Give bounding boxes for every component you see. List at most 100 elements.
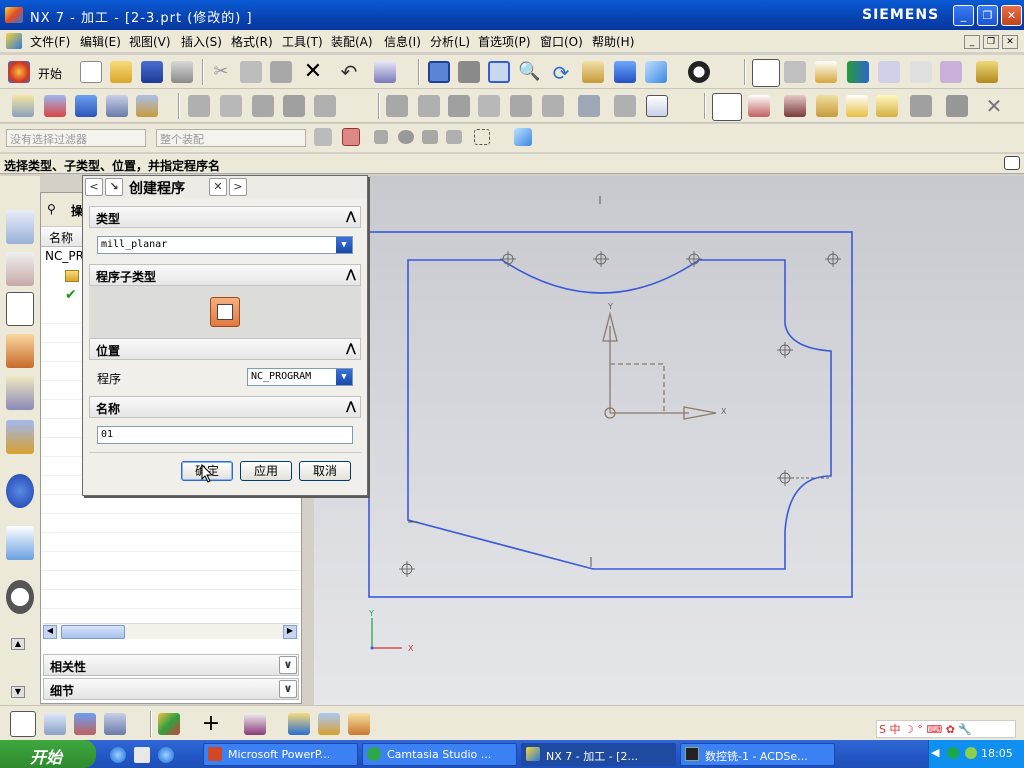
geometry-icon[interactable]	[815, 61, 837, 83]
menu-file[interactable]: 文件(F)	[30, 33, 70, 50]
app-menu-icon[interactable]	[6, 33, 22, 49]
generate-path-icon[interactable]	[188, 95, 210, 117]
chevron-down-icon[interactable]: ∨	[279, 680, 297, 698]
section-type[interactable]: 类型 ⋀	[89, 206, 361, 228]
minimize-button[interactable]: _	[953, 5, 974, 26]
filter-reset-icon[interactable]	[314, 128, 332, 146]
scroll-down-button[interactable]: ▼	[11, 686, 25, 698]
display-path-icon[interactable]	[846, 95, 868, 117]
list-path-icon[interactable]	[252, 95, 274, 117]
program-select[interactable]: NC_PROGRAM ▼	[247, 368, 353, 386]
part-icon[interactable]	[946, 95, 968, 117]
datum-csys-icon[interactable]	[784, 61, 806, 83]
web-browser-icon[interactable]	[6, 526, 34, 560]
box-select-icon[interactable]	[474, 129, 490, 145]
chevron-right-icon[interactable]: >	[229, 178, 247, 196]
snap-point-icon[interactable]	[342, 128, 360, 146]
new-file-icon[interactable]	[80, 61, 102, 83]
batch-process-icon[interactable]	[478, 95, 500, 117]
cancel-button[interactable]: 取消	[299, 461, 351, 481]
start-icon[interactable]	[8, 61, 30, 83]
geometry-view-bottom-icon[interactable]	[74, 713, 96, 735]
reuse-library-icon[interactable]	[6, 376, 34, 410]
print-icon[interactable]	[171, 61, 193, 83]
open-folder-icon[interactable]	[110, 61, 132, 83]
history-icon[interactable]	[6, 580, 34, 614]
operation-navigator-icon[interactable]	[6, 292, 34, 326]
output-cls-icon[interactable]	[448, 95, 470, 117]
collapse-type-icon[interactable]: ⋀	[346, 209, 356, 223]
arrow-select-icon[interactable]	[910, 61, 932, 83]
program-subtype-icon[interactable]	[210, 297, 240, 327]
copy-icon[interactable]	[240, 61, 262, 83]
menu-edit[interactable]: 编辑(E)	[80, 33, 121, 50]
fit-icon[interactable]	[428, 61, 450, 83]
taskbar-item-nx[interactable]: NX 7 - 加工 - [2...	[521, 743, 676, 766]
antivirus-icon[interactable]	[965, 747, 977, 759]
menu-analysis[interactable]: 分析(L)	[430, 33, 470, 50]
part-navigator-icon[interactable]	[6, 252, 34, 286]
type-select[interactable]: mill_planar ▼	[97, 236, 353, 254]
tray-arrow-icon[interactable]: ◀	[931, 746, 939, 759]
feed-icon[interactable]	[510, 95, 532, 117]
section-location[interactable]: 位置 ⋀	[89, 338, 361, 360]
snap-icon[interactable]	[878, 61, 900, 83]
menu-tools[interactable]: 工具(T)	[282, 33, 323, 50]
info-icon[interactable]	[6, 474, 34, 508]
ie-icon[interactable]	[110, 747, 126, 763]
section-name[interactable]: 名称 ⋀	[89, 396, 361, 418]
close-button[interactable]: ✕	[1001, 5, 1022, 26]
select-icon[interactable]	[374, 61, 396, 83]
taskbar-item-acdsee[interactable]: 数控铣-1 - ACDSe...	[680, 743, 835, 766]
start-button[interactable]: 开始	[0, 740, 96, 768]
create-tool-icon[interactable]	[44, 95, 66, 117]
menu-assembly[interactable]: 装配(A)	[331, 33, 373, 50]
snap-end-icon[interactable]	[374, 130, 388, 144]
graphics-window[interactable]: X Y Y X	[314, 176, 1024, 705]
zoom-in-icon[interactable]: 🔍	[518, 61, 540, 83]
zoom-icon[interactable]	[488, 61, 510, 83]
navigator-toggle-icon[interactable]	[10, 711, 36, 737]
chevron-down-icon[interactable]: ∨	[279, 656, 297, 674]
extrude-icon[interactable]	[318, 713, 340, 735]
doc-minimize-button[interactable]: _	[964, 35, 980, 49]
point-constructor-icon[interactable]: +	[200, 713, 222, 735]
apply-button[interactable]: 应用	[240, 461, 292, 481]
create-geometry-icon[interactable]	[75, 95, 97, 117]
blank-icon[interactable]	[876, 95, 898, 117]
horizontal-scrollbar[interactable]: ◀ ▶	[43, 623, 299, 639]
sketch-icon[interactable]	[288, 713, 310, 735]
menu-preferences[interactable]: 首选项(P)	[478, 33, 531, 50]
verify-path-icon[interactable]	[283, 95, 305, 117]
blend-icon[interactable]	[348, 713, 370, 735]
report-icon[interactable]	[646, 95, 668, 117]
pan-icon[interactable]	[582, 61, 604, 83]
postprocess-icon[interactable]	[386, 95, 408, 117]
scroll-up-button[interactable]: ▲	[11, 638, 25, 650]
plane-icon[interactable]	[244, 713, 266, 735]
menu-view[interactable]: 视图(V)	[129, 33, 171, 50]
wcs-icon[interactable]	[752, 59, 780, 87]
machine-tool-navigator-icon[interactable]	[6, 334, 34, 368]
menu-window[interactable]: 窗口(O)	[540, 33, 583, 50]
menu-info[interactable]: 信息(I)	[384, 33, 421, 50]
delete-icon[interactable]: ✕	[302, 61, 324, 83]
doc-restore-button[interactable]: ❐	[983, 35, 999, 49]
snap-arc-icon[interactable]	[446, 130, 462, 144]
menu-format[interactable]: 格式(R)	[231, 33, 273, 50]
machine-sim-icon[interactable]	[314, 95, 336, 117]
section-dependencies[interactable]: 相关性 ∨	[43, 654, 299, 676]
dropdown-arrow-icon[interactable]: ▼	[336, 237, 352, 253]
dialog-close-icon[interactable]: ✕	[209, 178, 227, 196]
network-icon[interactable]	[947, 747, 959, 759]
cube-filter-icon[interactable]	[514, 128, 532, 146]
taskbar-item-camtasia[interactable]: Camtasia Studio ...	[362, 743, 517, 766]
method-view-bottom-icon[interactable]	[104, 713, 126, 735]
cutting-params-icon[interactable]	[542, 95, 564, 117]
snap-mid-icon[interactable]	[398, 130, 414, 144]
view-cube-icon[interactable]	[645, 61, 667, 83]
section-details[interactable]: 细节 ∨	[43, 678, 299, 700]
display-mode-icon[interactable]	[688, 61, 710, 83]
rotate-icon[interactable]: ⟳	[550, 61, 572, 85]
menu-help[interactable]: 帮助(H)	[592, 33, 634, 50]
